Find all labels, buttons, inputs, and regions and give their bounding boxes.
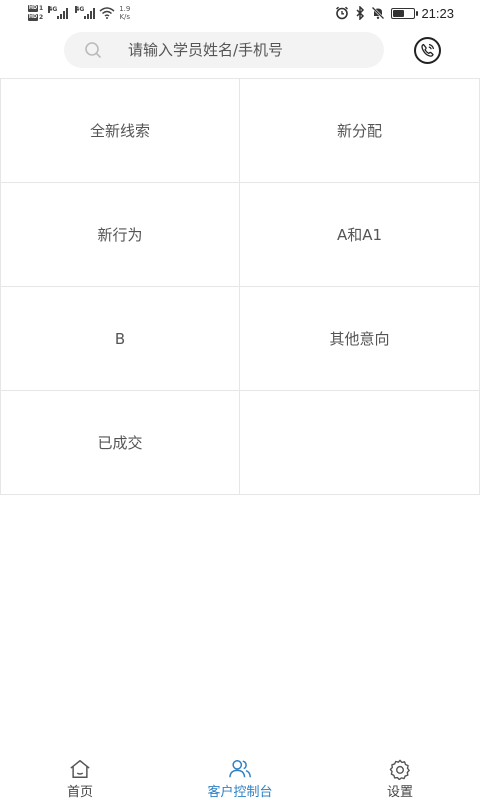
network-type: 4G bbox=[48, 6, 58, 13]
nav-item-home[interactable]: 首页 bbox=[20, 750, 140, 800]
category-grid: 全新线索 新分配 新行为 A和A1 B 其他意向 已成交 bbox=[0, 78, 480, 495]
sim-indicators: HD 1 HD 2 bbox=[28, 5, 43, 22]
search-bar[interactable] bbox=[64, 32, 384, 68]
battery-fill bbox=[393, 9, 404, 17]
grid-cell-new-assigned[interactable]: 新分配 bbox=[240, 79, 480, 183]
grid-cell-empty bbox=[240, 391, 480, 495]
bluetooth-icon bbox=[356, 6, 365, 20]
status-time: 21:23 bbox=[421, 5, 454, 21]
grid-cell-new-behavior[interactable]: 新行为 bbox=[0, 183, 240, 287]
speed-unit: K/s bbox=[119, 13, 131, 21]
home-icon bbox=[70, 760, 90, 778]
hd-badge: HD bbox=[28, 14, 38, 21]
grid-cell-new-leads[interactable]: 全新线索 bbox=[0, 79, 240, 183]
hd-badge: HD bbox=[28, 5, 38, 12]
status-right: 21:23 bbox=[335, 4, 454, 22]
mute-icon bbox=[372, 6, 385, 20]
network-type: 4G bbox=[75, 6, 85, 13]
sim2-indicator: HD 2 bbox=[28, 14, 43, 22]
bottom-nav: 首页 客户控制台 设置 bbox=[0, 750, 480, 800]
nav-item-settings[interactable]: 设置 bbox=[340, 750, 460, 800]
nav-item-customer-console[interactable]: 客户控制台 bbox=[180, 750, 300, 800]
grid-cell-other-intent[interactable]: 其他意向 bbox=[240, 287, 480, 391]
status-left: HD 1 HD 2 4G 4G 1.9 K/s bbox=[28, 4, 130, 22]
alarm-icon bbox=[336, 6, 349, 20]
wifi-icon bbox=[99, 7, 115, 19]
gear-icon bbox=[389, 759, 410, 780]
status-bar: HD 1 HD 2 4G 4G 1.9 K/s 21:23 bbox=[0, 0, 480, 26]
nav-label-settings: 设置 bbox=[386, 785, 413, 800]
call-button[interactable] bbox=[414, 37, 441, 64]
speed-value: 1.9 bbox=[119, 5, 131, 13]
sim2-number: 2 bbox=[39, 14, 44, 21]
phone-icon bbox=[421, 43, 435, 57]
nav-label-home: 首页 bbox=[66, 785, 93, 800]
sim1-number: 1 bbox=[39, 5, 44, 12]
signal-icon: 4G bbox=[75, 6, 96, 19]
grid-cell-b[interactable]: B bbox=[0, 287, 240, 391]
nav-label-customer-console: 客户控制台 bbox=[207, 785, 273, 800]
grid-cell-a-and-a1[interactable]: A和A1 bbox=[240, 183, 480, 287]
search-icon bbox=[85, 42, 102, 59]
users-icon bbox=[229, 760, 251, 778]
sim1-indicator: HD 1 bbox=[28, 5, 43, 13]
signal-icon: 4G bbox=[48, 6, 69, 19]
battery-icon bbox=[391, 7, 419, 19]
network-speed: 1.9 K/s bbox=[119, 5, 130, 21]
grid-cell-closed-deal[interactable]: 已成交 bbox=[0, 391, 240, 495]
search-input[interactable] bbox=[128, 32, 368, 68]
